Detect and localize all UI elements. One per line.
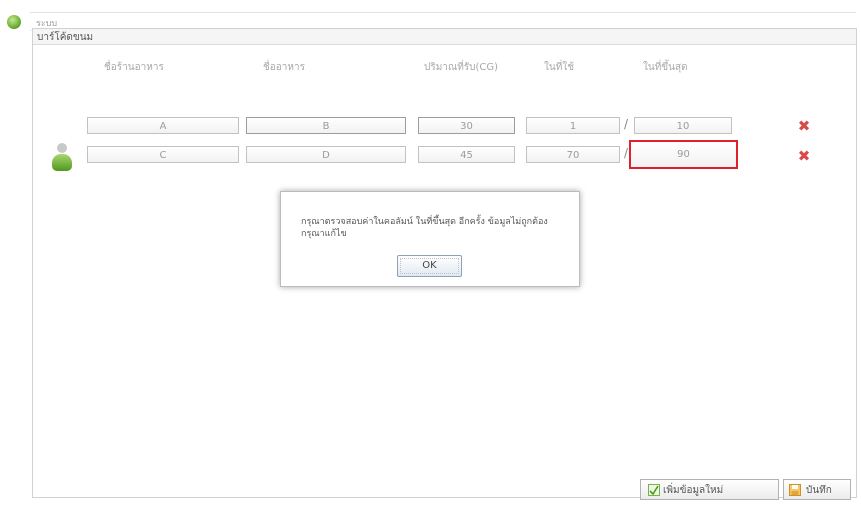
dialog-message: กรุณาตรวจสอบค่าในคอลัมน์ ในที่ขึ้นสุด อี… — [301, 217, 548, 239]
cell-restaurant-row1[interactable]: A — [87, 117, 239, 134]
cell-max-row1[interactable]: 10 — [634, 117, 732, 134]
cell-max-row2[interactable]: 90 — [629, 140, 738, 169]
user-icon-head — [57, 143, 67, 153]
row-user-icon — [50, 143, 74, 173]
alert-dialog: กรุณาตรวจสอบค่าในคอลัมน์ ในที่ขึ้นสุด อี… — [280, 191, 580, 287]
panel-title: บาร์โค้ดขนม — [37, 32, 94, 43]
col-header-food: ชื่ออาหาร — [263, 62, 305, 73]
col-header-max: ในที่ขึ้นสุด — [643, 62, 688, 73]
add-button[interactable]: เพิ่มข้อมูลใหม่ — [640, 479, 779, 500]
cell-amount-row1[interactable]: 30 — [418, 117, 515, 134]
delete-row2-icon[interactable]: ✖ — [797, 149, 811, 164]
cell-food-row2[interactable]: D — [246, 146, 406, 163]
panel-header: บาร์โค้ดขนม — [33, 29, 856, 45]
delete-row1-icon[interactable]: ✖ — [797, 119, 811, 134]
save-button-label: บันทึก — [806, 485, 832, 496]
cell-used-row2[interactable]: 70 — [526, 146, 620, 163]
col-header-used: ในที่ใช้ — [544, 62, 574, 73]
add-icon — [648, 484, 660, 496]
save-icon — [789, 484, 801, 496]
cell-used-row1[interactable]: 1 — [526, 117, 620, 134]
ok-button[interactable]: OK — [397, 255, 462, 277]
separator-slash: / — [624, 146, 629, 160]
col-header-restaurant: ชื่อร้านอาหาร — [104, 62, 164, 73]
separator-slash: / — [624, 117, 629, 131]
user-icon-body — [52, 154, 72, 171]
cell-food-row1[interactable]: B — [246, 117, 406, 134]
app-icon — [7, 15, 21, 29]
cell-restaurant-row2[interactable]: C — [87, 146, 239, 163]
add-button-label: เพิ่มข้อมูลใหม่ — [663, 485, 724, 496]
col-header-amount: ปริมาณที่รับ(CG) — [424, 62, 499, 73]
save-button[interactable]: บันทึก — [783, 479, 851, 500]
cell-amount-row2[interactable]: 45 — [418, 146, 515, 163]
